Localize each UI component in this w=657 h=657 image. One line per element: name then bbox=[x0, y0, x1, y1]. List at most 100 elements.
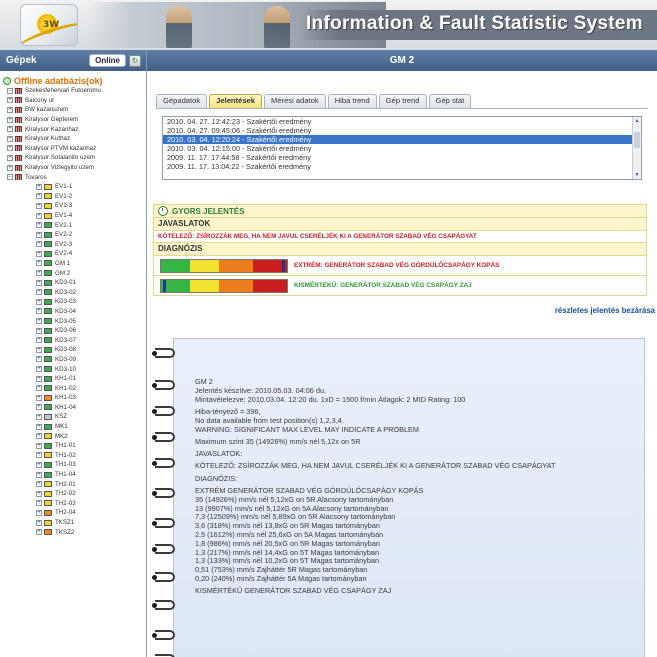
tree-machine-item[interactable]: + KD3-08 bbox=[3, 345, 146, 355]
online-button[interactable]: Online bbox=[89, 54, 126, 67]
tree-machine-item[interactable]: + KD3-06 bbox=[3, 326, 146, 336]
expander-icon[interactable]: − bbox=[7, 174, 13, 181]
expander-icon[interactable]: + bbox=[36, 481, 42, 488]
expander-icon[interactable]: + bbox=[36, 202, 42, 209]
report-list-item[interactable]: 2010. 04. 27. 09:45:06 - Szakértői eredm… bbox=[163, 126, 641, 135]
tree-site-item[interactable]: + Balcony ut bbox=[3, 96, 146, 106]
tree-site-item[interactable]: + Kiralysor Gepterem bbox=[3, 115, 146, 125]
expander-icon[interactable]: + bbox=[36, 222, 42, 229]
tree-site-item[interactable]: − Tovaros bbox=[3, 172, 146, 182]
scroll-down-icon[interactable]: ▼ bbox=[633, 172, 641, 178]
tree-site-item[interactable]: + Kiralysor Vizlegyito uzem bbox=[3, 163, 146, 173]
tree-site-item[interactable]: − Szekesfehervari Futoeromu bbox=[3, 86, 146, 96]
expander-icon[interactable]: + bbox=[36, 231, 42, 238]
expander-icon[interactable]: + bbox=[7, 126, 13, 133]
tab-mérési-adatok[interactable]: Mérési adatok bbox=[264, 94, 326, 108]
tab-gépadatok[interactable]: Gépadatok bbox=[156, 94, 208, 108]
tree-machine-item[interactable]: + EV1-4 bbox=[3, 211, 146, 221]
tree-machine-item[interactable]: + KD3-07 bbox=[3, 335, 146, 345]
expander-icon[interactable]: + bbox=[7, 145, 13, 152]
expander-icon[interactable]: + bbox=[7, 135, 13, 142]
report-list-item[interactable]: 2010. 04. 27. 12:42:23 - Szakértői eredm… bbox=[163, 117, 641, 126]
tree-site-item[interactable]: + BW kazanuzem bbox=[3, 105, 146, 115]
tree-site-item[interactable]: + Kiralysor PTVM kazanhaz bbox=[3, 144, 146, 154]
tree-machine-item[interactable]: + MK1 bbox=[3, 422, 146, 432]
tree-machine-item[interactable]: + KH1-04 bbox=[3, 403, 146, 413]
expander-icon[interactable]: + bbox=[36, 519, 42, 526]
expander-icon[interactable]: + bbox=[36, 442, 42, 449]
expander-icon[interactable]: + bbox=[36, 452, 42, 459]
expander-icon[interactable]: + bbox=[36, 298, 42, 305]
tree-machine-item[interactable]: + KH1-01 bbox=[3, 374, 146, 384]
tab-hiba-trend[interactable]: Hiba trend bbox=[327, 94, 377, 108]
tree-machine-item[interactable]: + TH1-03 bbox=[3, 460, 146, 470]
expander-icon[interactable]: + bbox=[36, 241, 42, 248]
expander-icon[interactable]: + bbox=[7, 116, 13, 123]
expander-icon[interactable]: + bbox=[36, 346, 42, 353]
report-list-item[interactable]: 2009. 11. 17. 17:44:58 - Szakértői eredm… bbox=[163, 153, 641, 162]
expander-icon[interactable]: + bbox=[36, 183, 42, 190]
expander-icon[interactable]: + bbox=[36, 318, 42, 325]
tree-machine-item[interactable]: + TH2-01 bbox=[3, 479, 146, 489]
tree-machine-item[interactable]: + EV1-1 bbox=[3, 182, 146, 192]
expander-icon[interactable]: + bbox=[7, 164, 13, 171]
expander-icon[interactable]: + bbox=[7, 97, 13, 104]
expander-icon[interactable]: + bbox=[36, 490, 42, 497]
expander-icon[interactable]: + bbox=[36, 394, 42, 401]
refresh-icon[interactable]: ↻ bbox=[129, 54, 141, 67]
report-list-scrollbar[interactable]: ▲ ▼ bbox=[632, 117, 641, 179]
expander-icon[interactable]: + bbox=[36, 385, 42, 392]
tree-machine-item[interactable]: + KH1-02 bbox=[3, 383, 146, 393]
expander-icon[interactable]: + bbox=[36, 270, 42, 277]
tree-machine-item[interactable]: + GM 1 bbox=[3, 259, 146, 269]
tab-jelentések[interactable]: Jelentések bbox=[209, 94, 262, 108]
report-list[interactable]: 2010. 04. 27. 12:42:23 - Szakértői eredm… bbox=[162, 116, 642, 180]
tree-machine-item[interactable]: + KH1-03 bbox=[3, 393, 146, 403]
tree-machine-item[interactable]: + EV2-3 bbox=[3, 240, 146, 250]
expander-icon[interactable]: + bbox=[36, 356, 42, 363]
tree-machine-item[interactable]: + KD3-04 bbox=[3, 307, 146, 317]
tree-root-offline-db[interactable]: Offline adatbázis(ok) bbox=[3, 75, 146, 86]
report-list-item[interactable]: 2010. 03. 04. 12:15:00 - Szakértői eredm… bbox=[163, 144, 641, 153]
tree-machine-item[interactable]: + KD3-03 bbox=[3, 297, 146, 307]
tree-machine-item[interactable]: + MK2 bbox=[3, 431, 146, 441]
tree-machine-item[interactable]: + KD3-02 bbox=[3, 287, 146, 297]
expander-icon[interactable]: + bbox=[36, 375, 42, 382]
expander-icon[interactable]: + bbox=[7, 106, 13, 113]
expander-icon[interactable]: + bbox=[36, 366, 42, 373]
tree-machine-item[interactable]: + TH1-04 bbox=[3, 470, 146, 480]
tree-machine-item[interactable]: + GM 2 bbox=[3, 268, 146, 278]
tree-machine-item[interactable]: + EV1-3 bbox=[3, 201, 146, 211]
expander-icon[interactable]: + bbox=[36, 337, 42, 344]
scroll-up-icon[interactable]: ▲ bbox=[633, 118, 641, 124]
tree-machine-item[interactable]: + EV1-2 bbox=[3, 192, 146, 202]
expander-icon[interactable]: + bbox=[36, 461, 42, 468]
expander-icon[interactable]: + bbox=[36, 509, 42, 516]
tree-machine-item[interactable]: + TKSZ1 bbox=[3, 518, 146, 528]
tree-machine-item[interactable]: + TH1-01 bbox=[3, 441, 146, 451]
scroll-thumb[interactable] bbox=[634, 132, 640, 148]
expander-icon[interactable]: + bbox=[36, 471, 42, 478]
close-details-link[interactable]: részletes jelentés bezárása bbox=[555, 306, 655, 315]
expander-icon[interactable]: + bbox=[36, 308, 42, 315]
expander-icon[interactable]: + bbox=[36, 279, 42, 286]
tree-machine-item[interactable]: + KD3-05 bbox=[3, 316, 146, 326]
tree-machine-item[interactable]: + TH2-02 bbox=[3, 489, 146, 499]
expander-icon[interactable]: + bbox=[36, 260, 42, 267]
tree-machine-item[interactable]: + TKSZ2 bbox=[3, 527, 146, 537]
expander-icon[interactable]: + bbox=[36, 327, 42, 334]
tree-machine-item[interactable]: + EV2-4 bbox=[3, 249, 146, 259]
tree-site-item[interactable]: + Kiralysor Kuthaz bbox=[3, 134, 146, 144]
tab-gép-trend[interactable]: Gép trend bbox=[378, 94, 427, 108]
expander-icon[interactable]: + bbox=[7, 154, 13, 161]
expander-icon[interactable]: + bbox=[36, 193, 42, 200]
tree-machine-item[interactable]: + KD3-10 bbox=[3, 364, 146, 374]
tree-machine-item[interactable]: + EV2-1 bbox=[3, 220, 146, 230]
tree-machine-item[interactable]: + TH1-02 bbox=[3, 451, 146, 461]
expander-icon[interactable]: + bbox=[36, 212, 42, 219]
tab-gép-stat[interactable]: Gép stat bbox=[428, 94, 472, 108]
tree-machine-item[interactable]: + KSZ bbox=[3, 412, 146, 422]
expander-icon[interactable]: + bbox=[36, 433, 42, 440]
tree-site-item[interactable]: + Kiralysor Kazanhaz bbox=[3, 124, 146, 134]
tree-machine-item[interactable]: + TH2-04 bbox=[3, 508, 146, 518]
